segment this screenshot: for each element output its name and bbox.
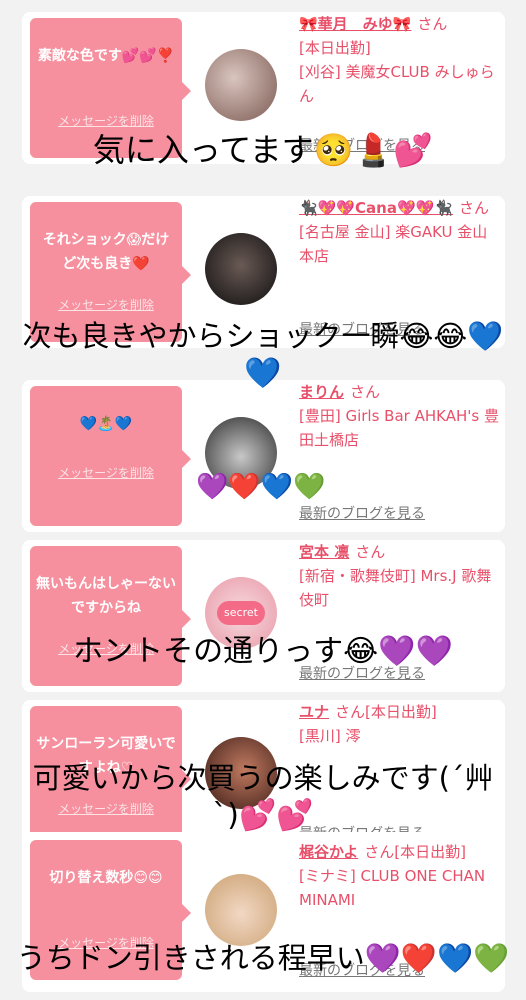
message-bubble: 💙🏝️💙 メッセージを削除 bbox=[30, 386, 191, 526]
cast-name-link[interactable]: 🐈‍⬛💖💖Cana💖💖🐈‍⬛ bbox=[299, 199, 453, 217]
secret-badge: secret bbox=[217, 601, 265, 625]
honorific: さん bbox=[364, 843, 395, 861]
cast-name-link[interactable]: 宮本 凛 bbox=[299, 543, 349, 561]
overlay-caption: 次も良きやからショック一瞬😂😂💙 bbox=[22, 319, 504, 353]
overlay-caption: 💜❤️💙💚 bbox=[196, 472, 326, 502]
cast-info: ユナ さん[本日出勤] [黒川] 澪 bbox=[299, 700, 499, 748]
avatar[interactable] bbox=[205, 49, 277, 121]
shop-name: [ミナミ] CLUB ONE CHAN MINAMI bbox=[299, 867, 486, 909]
latest-blog-link[interactable]: 最新のブログを見る bbox=[299, 503, 425, 523]
cast-status: [本日出勤] bbox=[365, 703, 437, 721]
overlay-caption: ホントその通りっす😂💜💜 bbox=[73, 634, 453, 669]
cast-name-link[interactable]: 梶谷かよ bbox=[299, 843, 358, 861]
avatar[interactable] bbox=[205, 233, 277, 305]
cast-status: [本日出勤] bbox=[394, 843, 466, 861]
overlay-caption: 可愛いから次買うの楽しみです(´艸 bbox=[32, 761, 494, 795]
message-text: それショック😱だけど次も良き❤️ bbox=[42, 232, 170, 272]
delete-message-link[interactable]: メッセージを削除 bbox=[30, 112, 182, 129]
cast-info: 宮本 凛さん [新宿・歌舞伎町] Mrs.J 歌舞伎町 bbox=[299, 540, 499, 612]
cast-info: 🎀華月 みゆ🎀 さん [本日出勤] [刈谷] 美魔女CLUB みしゅらん bbox=[299, 12, 499, 108]
overlay-caption: `)💕💕 bbox=[212, 798, 314, 833]
honorific: さん bbox=[355, 543, 386, 561]
shop-name: [刈谷] 美魔女CLUB みしゅらん bbox=[299, 63, 495, 105]
message-card: 💙🏝️💙 メッセージを削除 まりん さん [豊田] Girls Bar AHKAH… bbox=[22, 380, 505, 532]
cast-status: [本日出勤] bbox=[299, 39, 371, 57]
overlay-caption: うちドン引きされる程早い💜❤️💙💚 bbox=[16, 941, 510, 975]
message-text: 切り替え数秒😊😊 bbox=[49, 870, 163, 886]
cast-info: 梶谷かよ さん[本日出勤] [ミナミ] CLUB ONE CHAN MINAMI bbox=[299, 840, 499, 912]
cast-info: 🐈‍⬛💖💖Cana💖💖🐈‍⬛ さん [名古屋 金山] 楽GAKU 金山本店 bbox=[299, 196, 499, 268]
message-text: 無いもんはしゃーないですからね bbox=[36, 576, 176, 616]
overlay-caption: 💙 bbox=[244, 356, 282, 391]
honorific: さん bbox=[335, 703, 366, 721]
shop-name: [名古屋 金山] 楽GAKU 金山本店 bbox=[299, 223, 488, 265]
honorific: さん bbox=[417, 15, 448, 33]
message-text: 素敵な色です💕💕❣️ bbox=[37, 48, 175, 64]
shop-name: [黒川] 澪 bbox=[299, 727, 361, 745]
delete-message-link[interactable]: メッセージを削除 bbox=[30, 296, 182, 313]
delete-message-link[interactable]: メッセージを削除 bbox=[30, 464, 182, 481]
message-text: 💙🏝️💙 bbox=[79, 416, 133, 432]
overlay-caption: 気に入ってます🥺💄💕 bbox=[92, 131, 434, 169]
shop-name: [豊田] Girls Bar AHKAH's 豊田土橋店 bbox=[299, 407, 499, 449]
honorific: さん bbox=[459, 199, 490, 217]
cast-name-link[interactable]: 🎀華月 みゆ🎀 bbox=[299, 15, 411, 33]
cast-name-link[interactable]: ユナ bbox=[299, 703, 329, 721]
shop-name: [新宿・歌舞伎町] Mrs.J 歌舞伎町 bbox=[299, 567, 492, 609]
avatar[interactable] bbox=[205, 874, 277, 946]
